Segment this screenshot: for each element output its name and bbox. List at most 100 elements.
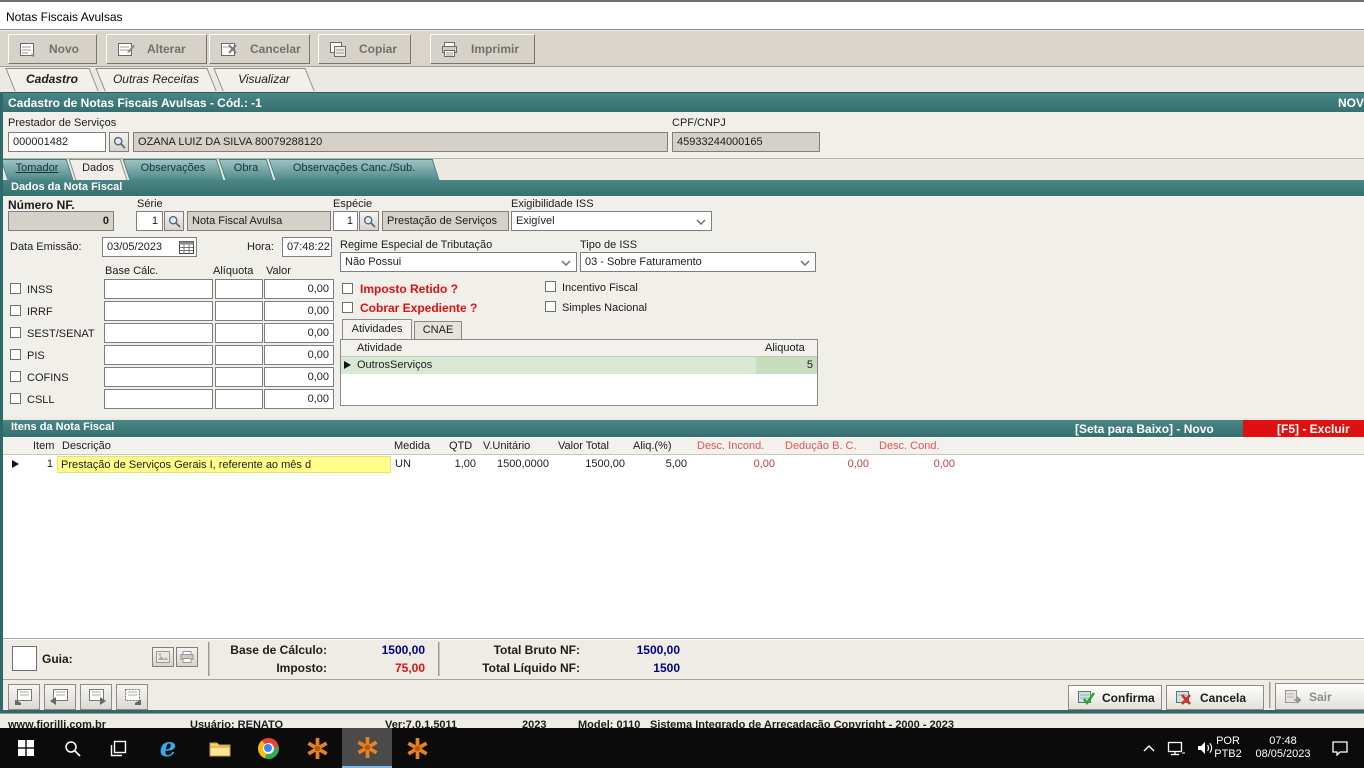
- app-window-1-button[interactable]: [294, 728, 340, 768]
- serie-desc-field[interactable]: Nota Fiscal Avulsa: [187, 211, 331, 231]
- record-prev-button[interactable]: [44, 684, 76, 710]
- imposto-retido-checkbox[interactable]: [342, 283, 353, 294]
- tab-cnae-label: CNAE: [423, 324, 454, 336]
- cofins-valor-field[interactable]: 0,00: [264, 367, 334, 387]
- base-calculo-label: Base de Cálculo:: [215, 643, 327, 657]
- fiorilli-app-icon: [307, 738, 328, 759]
- alterar-button[interactable]: Alterar: [106, 34, 207, 64]
- csll-checkbox[interactable]: [10, 393, 21, 404]
- prestador-nome-field[interactable]: OZANA LUIZ DA SILVA 80079288120: [133, 132, 668, 152]
- regime-select[interactable]: Não Possui: [340, 252, 577, 272]
- record-first-button[interactable]: [8, 684, 40, 710]
- inss-valor-field[interactable]: 0,00: [264, 279, 334, 299]
- copiar-button[interactable]: Copiar: [318, 34, 411, 64]
- cofins-label: COFINS: [27, 372, 69, 384]
- inss-base-field[interactable]: [104, 279, 213, 299]
- irrf-checkbox[interactable]: [10, 305, 21, 316]
- guia-image-button[interactable]: [152, 647, 174, 667]
- tab-obs-canc-sub[interactable]: Observações Canc./Sub.: [272, 159, 436, 180]
- csll-valor-field[interactable]: 0,00: [264, 389, 334, 409]
- tab-obra[interactable]: Obra: [222, 159, 270, 180]
- cobrar-expediente-checkbox[interactable]: [342, 302, 353, 313]
- cancela-button[interactable]: Cancela: [1166, 685, 1264, 710]
- regime-value: Não Possui: [345, 256, 401, 268]
- pis-checkbox[interactable]: [10, 349, 21, 360]
- tab-dados[interactable]: Dados: [72, 159, 124, 180]
- simples-nacional-label: Simples Nacional: [562, 302, 647, 314]
- tab-tomador[interactable]: Tomador: [4, 159, 70, 180]
- atividade-row[interactable]: OutrosServiços 5: [341, 357, 817, 374]
- inss-checkbox[interactable]: [10, 283, 21, 294]
- incentivo-fiscal-checkbox[interactable]: [545, 281, 556, 292]
- app-window-3-button[interactable]: [394, 728, 440, 768]
- file-explorer-button[interactable]: [198, 728, 242, 768]
- serie-field[interactable]: 1: [136, 211, 163, 231]
- item-row[interactable]: 1 Prestação de Serviços Gerais I, refere…: [3, 456, 1364, 473]
- prestador-search-button[interactable]: [109, 132, 129, 152]
- tab-outras-receitas[interactable]: Outras Receitas: [100, 68, 212, 91]
- simples-nacional-checkbox[interactable]: [545, 301, 556, 312]
- language-indicator[interactable]: PORPTB2: [1208, 728, 1248, 768]
- cofins-aliquota-field[interactable]: [215, 367, 263, 387]
- cancelar-button[interactable]: Cancelar: [209, 34, 310, 64]
- sest-senat-base-field[interactable]: [104, 323, 213, 343]
- novo-button[interactable]: Novo: [8, 34, 97, 64]
- sair-button[interactable]: Sair: [1275, 683, 1364, 710]
- tab-atividades[interactable]: Atividades: [342, 319, 412, 339]
- especie-desc-field[interactable]: Prestação de Serviços: [382, 211, 509, 231]
- guia-print-button[interactable]: [176, 647, 198, 667]
- chrome-button[interactable]: [246, 728, 290, 768]
- tab-visualizar[interactable]: Visualizar: [218, 68, 310, 91]
- especie-search-button[interactable]: [359, 211, 379, 231]
- especie-field[interactable]: 1: [333, 211, 358, 231]
- tab-observacoes[interactable]: Observações: [126, 159, 220, 180]
- confirma-button[interactable]: Confirma: [1068, 685, 1162, 710]
- action-center-button[interactable]: [1322, 728, 1358, 768]
- hora-field[interactable]: 07:48:22: [282, 237, 332, 257]
- cofins-base-field[interactable]: [104, 367, 213, 387]
- hora-label: Hora:: [247, 241, 274, 253]
- tray-expand-button[interactable]: [1136, 728, 1162, 768]
- csll-aliquota-field[interactable]: [215, 389, 263, 409]
- csll-base-field[interactable]: [104, 389, 213, 409]
- status-modelo: Model: 0110: [578, 719, 640, 728]
- tipo-iss-select[interactable]: 03 - Sobre Faturamento: [580, 252, 816, 272]
- start-button[interactable]: [6, 728, 46, 768]
- network-tray-button[interactable]: [1162, 728, 1190, 768]
- serie-search-button[interactable]: [164, 211, 184, 231]
- data-emissao-field[interactable]: 03/05/2023: [102, 237, 197, 257]
- col-aliq: Aliq.(%): [630, 438, 675, 455]
- cpf-cnpj-field[interactable]: 45933244000165: [672, 132, 820, 152]
- taskbar-search-button[interactable]: [52, 728, 92, 768]
- pis-valor-field[interactable]: 0,00: [264, 345, 334, 365]
- tab-cnae[interactable]: CNAE: [414, 321, 462, 339]
- record-last-button[interactable]: [116, 684, 148, 710]
- numero-nf-field[interactable]: 0: [8, 211, 114, 231]
- irrf-valor-field[interactable]: 0,00: [264, 301, 334, 321]
- irrf-aliquota-field[interactable]: [215, 301, 263, 321]
- summary-divider: [208, 642, 210, 676]
- imprimir-button[interactable]: Imprimir: [430, 34, 535, 64]
- pis-base-field[interactable]: [104, 345, 213, 365]
- app-window-2-button-active[interactable]: [342, 728, 392, 768]
- tab-cadastro[interactable]: Cadastro: [10, 68, 94, 91]
- irrf-base-field[interactable]: [104, 301, 213, 321]
- inss-aliquota-field[interactable]: [215, 279, 263, 299]
- pis-aliquota-field[interactable]: [215, 345, 263, 365]
- prestador-codigo-field[interactable]: 000001482: [8, 132, 106, 152]
- sest-senat-valor-field[interactable]: 0,00: [264, 323, 334, 343]
- record-next-button[interactable]: [80, 684, 112, 710]
- atividade-aliquota-cell: 5: [756, 357, 817, 374]
- sest-senat-aliquota-field[interactable]: [215, 323, 263, 343]
- clock[interactable]: 07:4808/05/2023: [1248, 728, 1318, 768]
- sest-senat-checkbox[interactable]: [10, 327, 21, 338]
- ie-button[interactable]: e: [146, 728, 190, 768]
- exigibilidade-select[interactable]: Exigível: [511, 211, 712, 231]
- task-view-button[interactable]: [98, 728, 138, 768]
- col-qtd: QTD: [446, 438, 475, 455]
- guia-checkbox[interactable]: [12, 646, 37, 671]
- calendar-icon[interactable]: [179, 240, 194, 254]
- ie-icon: e: [160, 735, 177, 761]
- cofins-checkbox[interactable]: [10, 371, 21, 382]
- col-v-unitario: V.Unitário: [480, 438, 533, 455]
